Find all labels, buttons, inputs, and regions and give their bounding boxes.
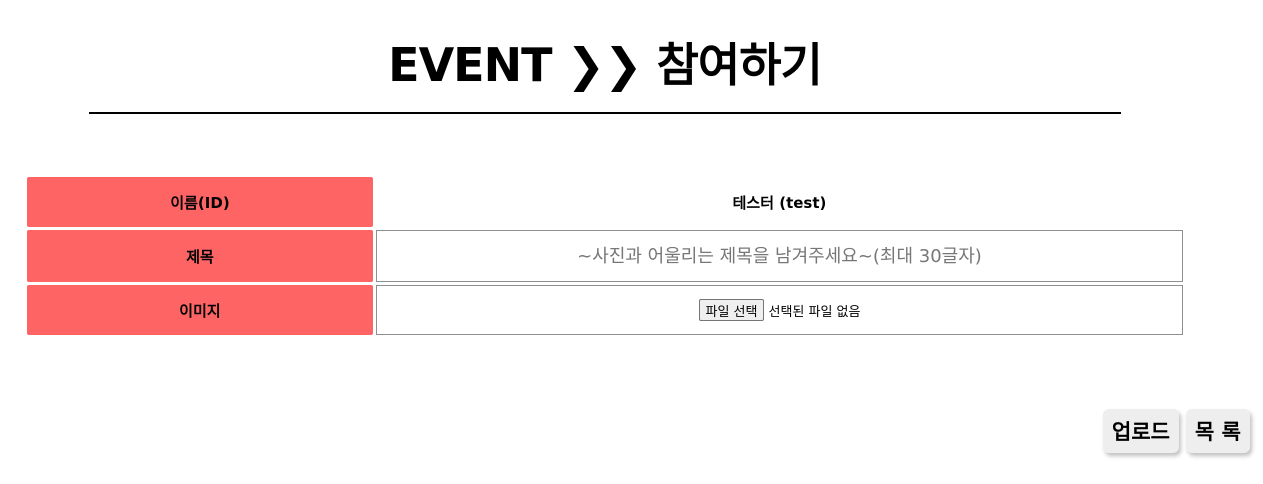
subject-cell <box>376 230 1183 282</box>
upload-button[interactable]: 업로드 <box>1103 409 1179 453</box>
subject-input[interactable] <box>376 230 1183 282</box>
file-status-text: 선택된 파일 없음 <box>768 304 861 320</box>
name-label: 이름(ID) <box>27 177 373 227</box>
choose-file-button[interactable]: 파일 선택 <box>698 299 765 321</box>
image-label: 이미지 <box>27 285 373 335</box>
name-row: 이름(ID) 테스터 (test) <box>27 177 1183 227</box>
subject-label: 제목 <box>27 230 373 282</box>
image-cell: 파일 선택 선택된 파일 없음 <box>376 285 1183 335</box>
name-value: 테스터 (test) <box>732 193 827 212</box>
file-input[interactable]: 파일 선택 선택된 파일 없음 <box>698 299 861 321</box>
subject-row: 제목 <box>27 230 1183 282</box>
title-divider <box>89 112 1121 114</box>
page-title: EVENT ❯❯ 참여하기 <box>388 38 823 92</box>
image-row: 이미지 파일 선택 선택된 파일 없음 <box>27 285 1183 335</box>
list-button[interactable]: 목 록 <box>1186 409 1250 453</box>
